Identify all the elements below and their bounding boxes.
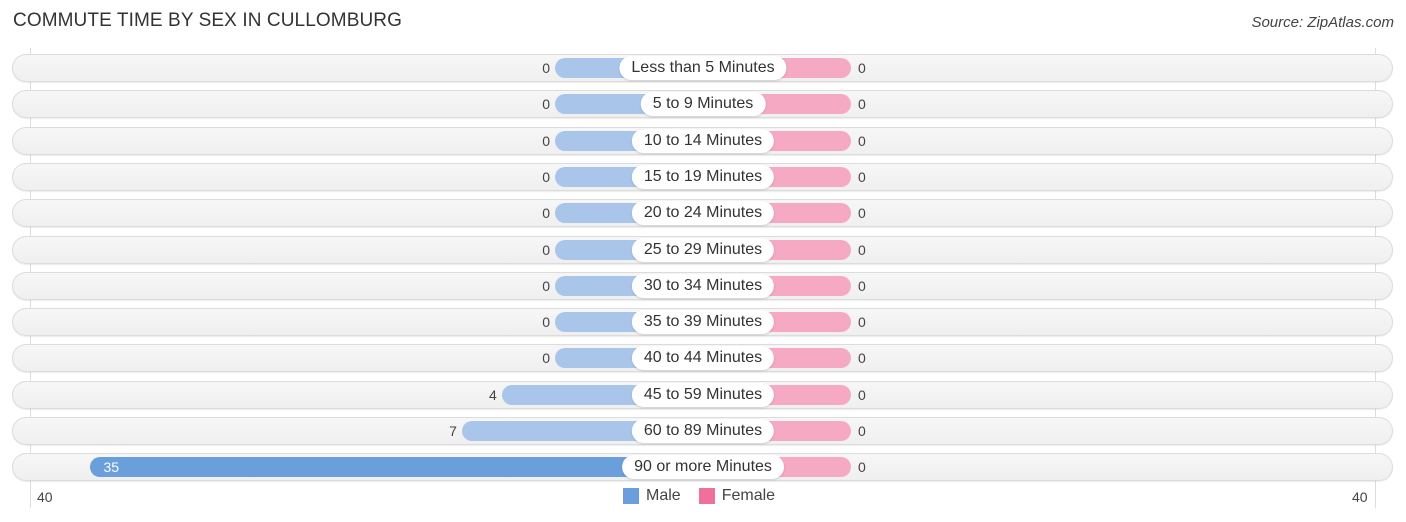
category-label: 60 to 89 Minutes [631, 419, 775, 443]
value-label-female: 0 [858, 205, 866, 221]
value-label-male: 0 [542, 60, 550, 76]
value-label-female: 0 [858, 423, 866, 439]
value-label-male: 0 [542, 96, 550, 112]
value-label-male: 0 [542, 350, 550, 366]
chart-title: COMMUTE TIME BY SEX IN CULLOMBURG [13, 10, 402, 31]
category-label: 10 to 14 Minutes [631, 129, 775, 153]
value-label-female: 0 [858, 278, 866, 294]
value-label-male: 35 [103, 459, 120, 475]
axis-label-right: 40 [1352, 489, 1368, 505]
category-label: 35 to 39 Minutes [631, 310, 775, 334]
category-label: 15 to 19 Minutes [631, 165, 775, 189]
legend-swatch-female [698, 488, 715, 504]
legend: Male Female [623, 487, 785, 505]
category-label: 45 to 59 Minutes [631, 383, 775, 407]
value-label-male: 0 [542, 242, 550, 258]
source-credit: Source: ZipAtlas.com [1251, 14, 1394, 31]
value-label-female: 0 [858, 242, 866, 258]
value-label-male: 0 [542, 133, 550, 149]
value-label-male: 0 [542, 169, 550, 185]
legend-label-male: Male [646, 487, 681, 504]
value-label-female: 0 [858, 96, 866, 112]
legend-item-male: Male [623, 487, 681, 505]
category-label: 20 to 24 Minutes [631, 201, 775, 225]
value-label-female: 0 [858, 60, 866, 76]
axis-label-left: 40 [37, 489, 53, 505]
value-label-female: 0 [858, 169, 866, 185]
legend-swatch-male [623, 488, 639, 504]
category-label: 5 to 9 Minutes [640, 92, 766, 116]
value-label-female: 0 [858, 133, 866, 149]
bar-male [89, 457, 703, 477]
value-label-male: 7 [449, 423, 457, 439]
category-label: Less than 5 Minutes [619, 56, 787, 80]
value-label-male: 0 [542, 314, 550, 330]
category-label: 25 to 29 Minutes [631, 238, 775, 262]
value-label-female: 0 [858, 350, 866, 366]
category-label: 90 or more Minutes [622, 455, 784, 479]
value-label-female: 0 [858, 387, 866, 403]
category-label: 40 to 44 Minutes [631, 346, 775, 370]
legend-label-female: Female [721, 487, 776, 504]
value-label-male: 0 [542, 278, 550, 294]
value-label-female: 0 [858, 459, 866, 475]
value-label-male: 4 [489, 387, 497, 403]
legend-item-female: Female [698, 487, 776, 505]
value-label-female: 0 [858, 314, 866, 330]
value-label-male: 0 [542, 205, 550, 221]
category-label: 30 to 34 Minutes [631, 274, 775, 298]
